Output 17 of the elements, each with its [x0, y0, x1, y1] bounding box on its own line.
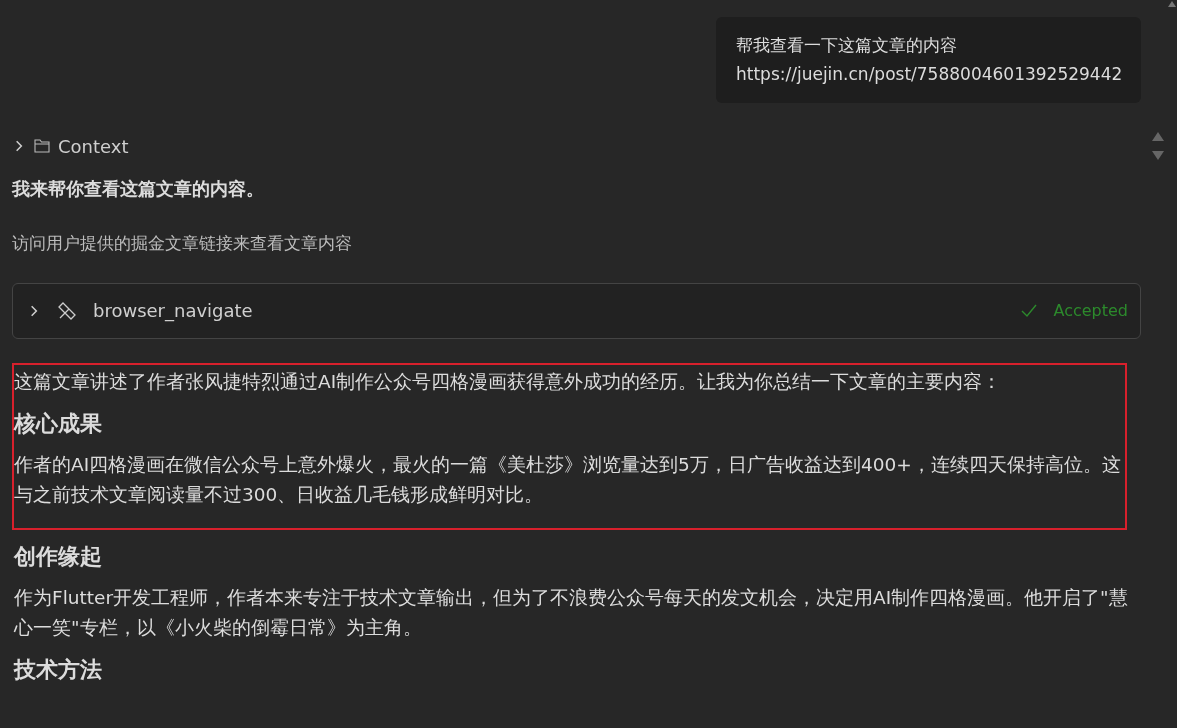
check-icon — [1021, 303, 1038, 318]
sort-icon[interactable] — [1151, 130, 1165, 162]
paragraph: 作为Flutter开发工程师，作者本来专注于技术文章输出，但为了不浪费公众号每天的发文机会，决定用AI制作四格漫画。他开启了"慧心一笑"专栏，以《小火柴的倒霉日常》为主角。 — [14, 585, 1129, 640]
folder-icon — [34, 139, 50, 153]
scroll-up-icon[interactable] — [1167, 0, 1177, 8]
message-text: https://juejin.cn/post/7588004601392529442 — [736, 63, 1121, 86]
section-heading: 技术方法 — [14, 655, 103, 684]
paragraph: 作者的AI四格漫画在微信公众号上意外爆火，最火的一篇《美杜莎》浏览量达到5万，日广告收益达到400+，连续四天保持高位。这与之前技术文章阅读量不过300、日收益几毛钱形成鲜明对比。 — [14, 452, 1122, 507]
tool-name: browser_navigate — [93, 299, 254, 324]
message-text: 帮我查看一下这篇文章的内容 — [736, 34, 958, 57]
context-label[interactable]: Context — [58, 132, 129, 160]
tool-reason-text: 访问用户提供的掘金文章链接来查看文章内容 — [12, 233, 353, 255]
section-heading: 核心成果 — [14, 409, 103, 438]
status-label: Accepted — [1053, 299, 1128, 322]
message-text: 我来帮你查看这篇文章的内容。 — [12, 177, 265, 201]
paragraph: 这篇文章讲述了作者张风捷特烈通过AI制作公众号四格漫画获得意外成功的经历。让我为你总结一下文章的主要内容： — [14, 369, 1003, 394]
section-heading: 创作缘起 — [14, 542, 103, 571]
